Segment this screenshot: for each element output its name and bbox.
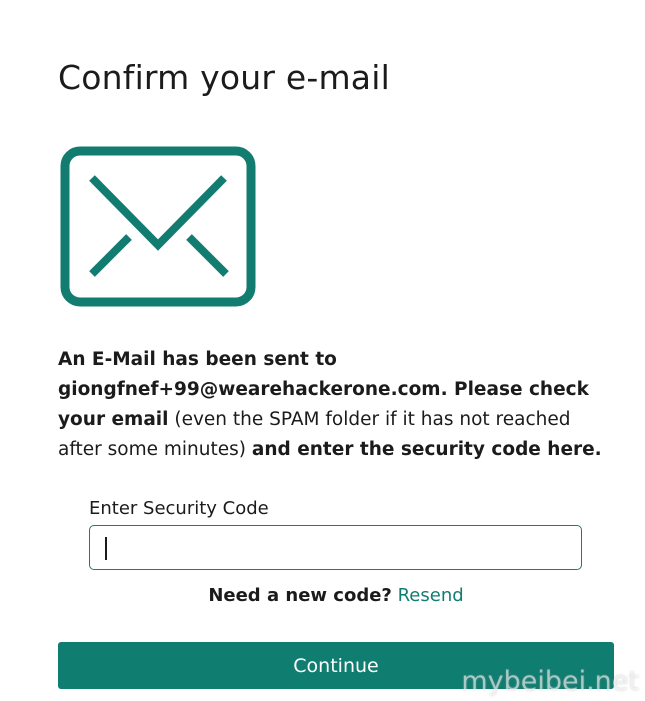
continue-button[interactable]: Continue (58, 642, 614, 689)
mail-envelope-icon (60, 146, 256, 307)
instruction-message: An E-Mail has been sent to giongfnef+99@… (58, 345, 618, 465)
message-bold-instruction: and enter the security code here. (251, 439, 602, 460)
security-code-input[interactable] (89, 525, 582, 570)
page-title: Confirm your e-mail (58, 58, 390, 97)
resend-question: Need a new code? (208, 585, 392, 606)
resend-link[interactable]: Resend (398, 585, 464, 606)
security-code-label: Enter Security Code (89, 498, 269, 519)
resend-row: Need a new code? Resend (0, 585, 645, 606)
text-caret (105, 537, 107, 560)
